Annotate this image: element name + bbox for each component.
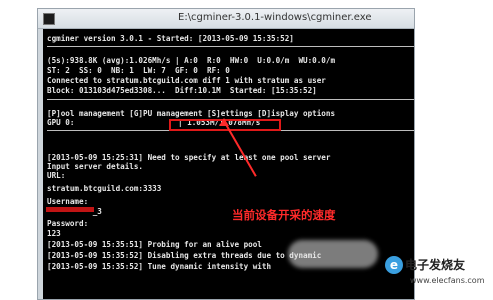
gpu-label: GPU 0: — [47, 118, 75, 127]
log-line: [2013-05-09 15:35:52] Disabling extra th… — [47, 251, 322, 260]
log-line: URL: — [47, 171, 66, 180]
mining-speed-annotation: 当前设备开采的速度 — [232, 208, 336, 222]
console-header: cgminer version 3.0.1 - Started: [2013-0… — [47, 34, 294, 43]
log-line: Username: — [47, 197, 89, 206]
window-titlebar[interactable]: E:\cgminer-3.0.1-windows\cgminer.exe — [38, 9, 414, 29]
log-line: 123 — [47, 229, 61, 238]
watermark-logo-icon: e — [385, 256, 403, 274]
status-line: Connected to stratum.btcguild.com diff 1… — [47, 76, 326, 85]
window-title: E:\cgminer-3.0.1-windows\cgminer.exe — [178, 12, 372, 23]
console-separator — [47, 99, 414, 100]
status-line: Block: 013103d475ed3308... Diff:10.1M St… — [47, 86, 317, 95]
log-line: Password: — [47, 219, 89, 228]
log-line: stratum.btcguild.com:3333 — [47, 184, 162, 193]
watermark-url: www.elecfans.com — [410, 276, 485, 285]
blur-smudge — [288, 240, 378, 268]
annotation-arrowhead — [219, 118, 229, 126]
status-line: ST: 2 SS: 0 NB: 1 LW: 7 GF: 0 RF: 0 — [47, 66, 230, 75]
console-app-icon — [43, 13, 55, 25]
menu-line: [P]ool management [G]PU management [S]et… — [47, 109, 336, 118]
console-separator — [47, 46, 414, 47]
log-line: [2013-05-09 15:25:31] Need to specify at… — [47, 153, 331, 162]
log-line: [2013-05-09 15:35:52] Tune dynamic inten… — [47, 262, 272, 271]
log-line: Input server details. — [47, 162, 144, 171]
status-line: (5s):938.8K (avg):1.026Mh/s | A:0 R:0 HW… — [47, 56, 336, 65]
username-redaction — [46, 207, 94, 212]
watermark-text: 电子发烧友 — [405, 258, 466, 272]
log-line: [2013-05-09 15:35:51] Probing for an ali… — [47, 240, 262, 249]
